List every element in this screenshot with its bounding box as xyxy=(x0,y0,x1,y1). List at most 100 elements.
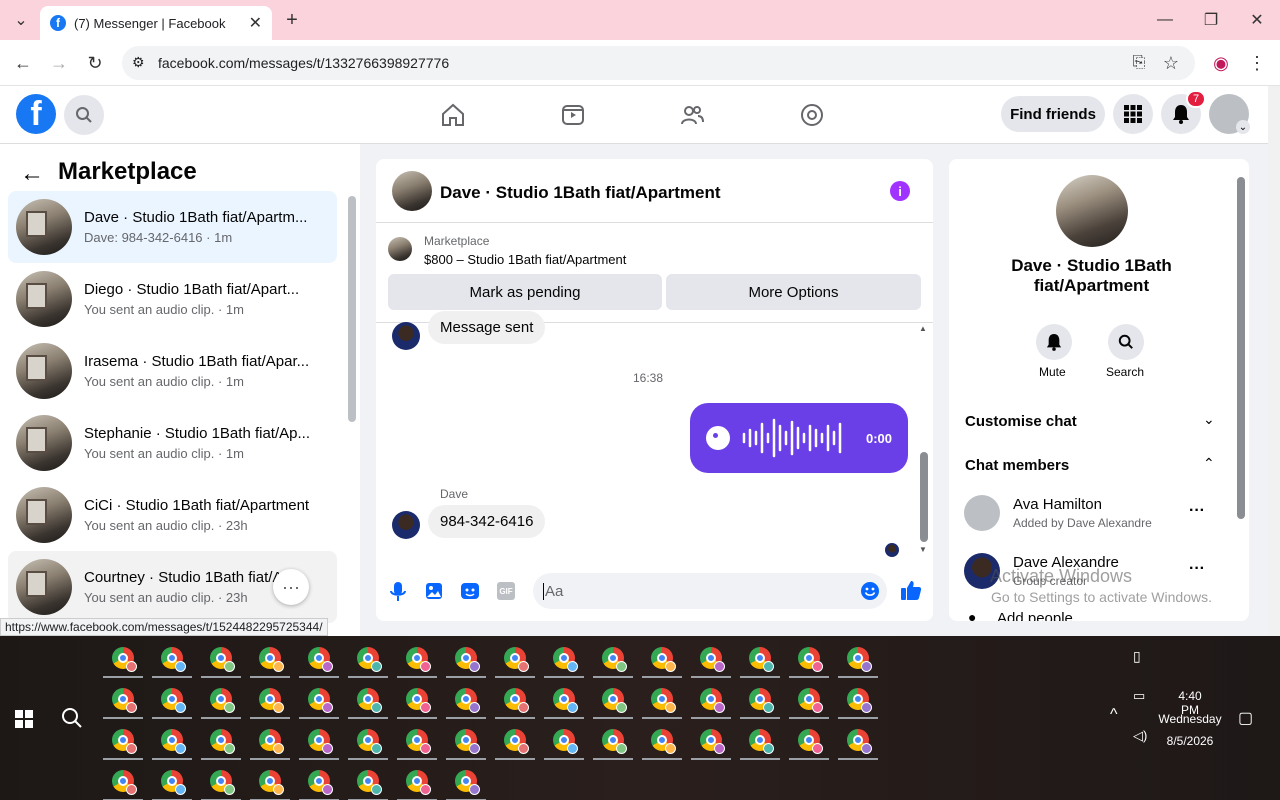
reload-icon[interactable]: ↻ xyxy=(80,48,110,78)
chrome-taskbar-icon[interactable] xyxy=(651,688,676,713)
chrome-taskbar-icon[interactable] xyxy=(651,647,676,672)
chrome-taskbar-icon[interactable] xyxy=(112,729,137,754)
chrome-taskbar-icon[interactable] xyxy=(259,647,284,672)
sticker-icon[interactable] xyxy=(460,582,480,605)
chrome-taskbar-icon[interactable] xyxy=(308,647,333,672)
chrome-taskbar-icon[interactable] xyxy=(798,688,823,713)
page-scrollbar[interactable] xyxy=(1268,86,1280,636)
home-icon[interactable] xyxy=(440,102,466,133)
mark-pending-button[interactable]: Mark as pending xyxy=(388,274,662,310)
conversation-item[interactable]: Diego · Studio 1Bath fiat/Apart... You s… xyxy=(8,263,337,335)
photo-icon[interactable] xyxy=(425,582,443,605)
chrome-taskbar-icon[interactable] xyxy=(455,729,480,754)
chrome-taskbar-icon[interactable] xyxy=(357,729,382,754)
chrome-taskbar-icon[interactable] xyxy=(700,688,725,713)
chrome-taskbar-icon[interactable] xyxy=(749,647,774,672)
chrome-taskbar-icon[interactable] xyxy=(847,647,872,672)
forward-arrow-icon[interactable]: → xyxy=(44,48,74,78)
chrome-taskbar-icon[interactable] xyxy=(798,647,823,672)
member-name[interactable]: Ava Hamilton xyxy=(1013,496,1102,513)
scroll-up-icon[interactable]: ▲ xyxy=(919,324,927,334)
chrome-taskbar-icon[interactable] xyxy=(700,647,725,672)
info-scrollbar[interactable] xyxy=(1237,177,1245,519)
chrome-taskbar-icon[interactable] xyxy=(161,729,186,754)
chrome-taskbar-icon[interactable] xyxy=(651,729,676,754)
chrome-taskbar-icon[interactable] xyxy=(308,770,333,795)
member-options-icon[interactable]: ··· xyxy=(1189,560,1205,578)
customise-chat-row[interactable]: Customise chat ⌄ xyxy=(949,403,1237,439)
chrome-taskbar-icon[interactable] xyxy=(161,647,186,672)
scroll-down-icon[interactable]: ▼ xyxy=(919,545,927,555)
like-thumb-icon[interactable] xyxy=(900,579,922,606)
chrome-taskbar-icon[interactable] xyxy=(308,729,333,754)
chrome-taskbar-icon[interactable] xyxy=(847,729,872,754)
chrome-taskbar-icon[interactable] xyxy=(259,770,284,795)
listing-thumbnail[interactable] xyxy=(388,237,412,261)
install-app-icon[interactable]: ⎘ xyxy=(1124,48,1154,78)
chrome-menu-icon[interactable]: ⋮ xyxy=(1242,48,1272,78)
chrome-taskbar-icon[interactable] xyxy=(504,729,529,754)
chrome-taskbar-icon[interactable] xyxy=(259,688,284,713)
clock-day[interactable]: Wednesday xyxy=(1156,712,1224,726)
message-input[interactable]: Aa xyxy=(533,573,887,609)
chrome-taskbar-icon[interactable] xyxy=(112,770,137,795)
emoji-icon[interactable] xyxy=(860,581,880,606)
menu-grid-icon[interactable] xyxy=(1113,94,1153,134)
find-friends-button[interactable]: Find friends xyxy=(1001,96,1105,132)
conversation-item[interactable]: CiCi · Studio 1Bath fiat/Apartment You s… xyxy=(8,479,337,551)
chrome-taskbar-icon[interactable] xyxy=(112,647,137,672)
gif-icon[interactable]: GIF xyxy=(497,582,515,600)
chrome-taskbar-icon[interactable] xyxy=(161,688,186,713)
conversation-options-icon[interactable]: ··· xyxy=(273,569,309,605)
chrome-taskbar-icon[interactable] xyxy=(210,729,235,754)
chrome-taskbar-icon[interactable] xyxy=(749,729,774,754)
chrome-taskbar-icon[interactable] xyxy=(357,647,382,672)
chrome-taskbar-icon[interactable] xyxy=(210,647,235,672)
chrome-taskbar-icon[interactable] xyxy=(406,770,431,795)
search-icon[interactable] xyxy=(1108,324,1144,360)
chat-title[interactable]: Dave · Studio 1Bath fiat/Apartment xyxy=(440,183,721,203)
chrome-taskbar-icon[interactable] xyxy=(798,729,823,754)
chrome-taskbar-icon[interactable] xyxy=(210,688,235,713)
list-scrollbar[interactable] xyxy=(348,196,356,422)
chrome-taskbar-icon[interactable] xyxy=(210,770,235,795)
restore-window-icon[interactable]: ❐ xyxy=(1196,5,1226,35)
facebook-logo-icon[interactable]: f xyxy=(16,94,56,134)
chrome-taskbar-icon[interactable] xyxy=(112,688,137,713)
chrome-taskbar-icon[interactable] xyxy=(504,688,529,713)
conversation-item[interactable]: Dave · Studio 1Bath fiat/Apartm... Dave:… xyxy=(8,191,337,263)
conversation-item[interactable]: Stephanie · Studio 1Bath fiat/Ap... You … xyxy=(8,407,337,479)
chrome-taskbar-icon[interactable] xyxy=(259,729,284,754)
member-options-icon[interactable]: ··· xyxy=(1189,502,1205,520)
chrome-taskbar-icon[interactable] xyxy=(602,688,627,713)
info-icon[interactable]: i xyxy=(890,181,910,201)
chrome-taskbar-icon[interactable] xyxy=(504,647,529,672)
notification-center-icon[interactable]: ▢ xyxy=(1238,708,1253,728)
browser-tab-messenger[interactable]: f (7) Messenger | Facebook ✕ xyxy=(40,6,272,40)
chrome-taskbar-icon[interactable] xyxy=(553,729,578,754)
show-hidden-icons-chevron-icon[interactable]: ^ xyxy=(1110,706,1118,724)
chrome-taskbar-icon[interactable] xyxy=(406,688,431,713)
chrome-taskbar-icon[interactable] xyxy=(357,688,382,713)
add-person-icon[interactable]: ● xyxy=(968,609,976,621)
chrome-taskbar-icon[interactable] xyxy=(161,770,186,795)
chrome-taskbar-icon[interactable] xyxy=(406,729,431,754)
minimize-window-icon[interactable]: — xyxy=(1150,5,1180,35)
chat-scrollbar[interactable] xyxy=(920,452,928,542)
chrome-taskbar-icon[interactable] xyxy=(602,729,627,754)
windows-start-icon[interactable] xyxy=(15,710,33,733)
listing-title[interactable]: $800 – Studio 1Bath fiat/Apartment xyxy=(424,252,626,267)
chat-avatar[interactable] xyxy=(392,171,432,211)
chat-members-row[interactable]: Chat members ⌃ xyxy=(949,447,1237,483)
volume-icon[interactable]: ◁) xyxy=(1133,728,1147,744)
chrome-taskbar-icon[interactable] xyxy=(553,647,578,672)
conversation-item[interactable]: Irasema · Studio 1Bath fiat/Apar... You … xyxy=(8,335,337,407)
microphone-icon[interactable] xyxy=(389,581,407,608)
gaming-icon[interactable] xyxy=(799,102,825,133)
network-icon[interactable]: ▭ xyxy=(1133,688,1145,704)
friends-icon[interactable] xyxy=(679,102,705,133)
back-arrow-icon[interactable]: ← xyxy=(8,48,38,78)
chrome-taskbar-icon[interactable] xyxy=(602,647,627,672)
address-bar[interactable]: ⚙ facebook.com/messages/t/13327663989277… xyxy=(122,46,1195,80)
site-info-icon[interactable]: ⚙ xyxy=(132,54,145,71)
